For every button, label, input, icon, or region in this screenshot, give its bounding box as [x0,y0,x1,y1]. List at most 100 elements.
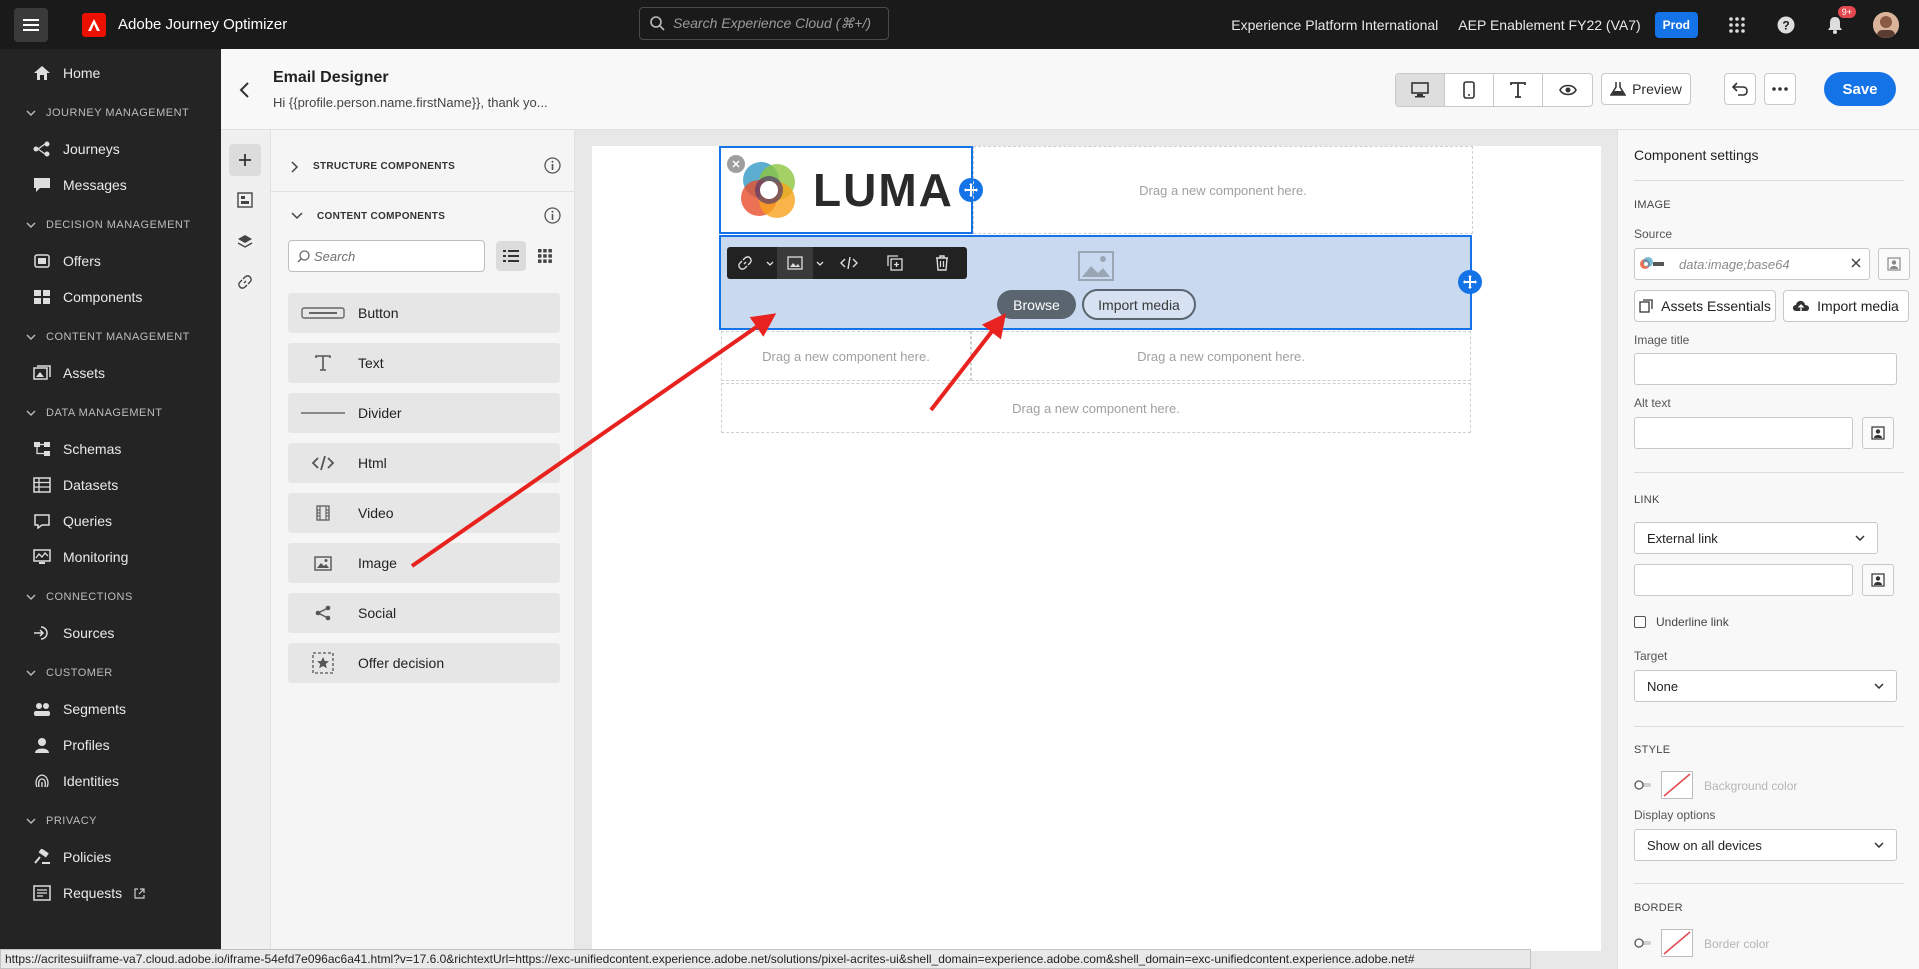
nav-messages[interactable]: Messages [0,167,221,203]
underline-link-checkbox[interactable]: Underline link [1634,615,1729,629]
component-search-input[interactable]: Search [288,240,485,272]
preview-eye-button[interactable] [1543,74,1592,106]
nav-components[interactable]: Components [0,279,221,315]
chevron-down-icon [26,670,36,676]
assets-essentials-button[interactable]: Assets Essentials [1634,290,1776,322]
select-asset-button[interactable] [1878,248,1910,280]
code-toolbar-button[interactable] [827,247,871,279]
source-field[interactable]: data:image;base64 [1634,248,1870,280]
hamburger-menu-icon[interactable] [14,7,48,42]
nav-section-customer[interactable]: CUSTOMER [0,655,221,691]
nav-segments[interactable]: Segments [0,691,221,727]
personalize-alt-text-button[interactable] [1862,417,1894,449]
link-url-input[interactable] [1634,564,1853,596]
component-divider[interactable]: Divider [288,393,560,433]
grid-view-button[interactable] [530,241,560,271]
duplicate-toolbar-button[interactable] [871,247,919,279]
background-color-toggle[interactable] [1634,780,1652,790]
border-color-toggle[interactable] [1634,938,1652,948]
personalize-link-button[interactable] [1862,564,1894,596]
chevron-down-icon [1855,535,1865,541]
sandbox-switcher[interactable]: AEP Enablement FY22 (VA7) [1458,17,1640,33]
back-arrow-icon[interactable] [235,80,255,100]
delete-toolbar-button[interactable] [919,247,965,279]
org-switcher[interactable]: Experience Platform International [1231,17,1438,33]
more-options-button[interactable] [1764,73,1796,105]
remove-close-icon[interactable] [727,155,745,173]
fragments-button[interactable] [229,184,261,216]
nav-policies[interactable]: Policies [0,839,221,875]
layers-button[interactable] [229,226,261,258]
browse-button[interactable]: Browse [997,290,1076,319]
undo-button[interactable] [1724,73,1756,105]
nav-datasets[interactable]: Datasets [0,467,221,503]
app-title[interactable]: Adobe Journey Optimizer [118,16,287,33]
env-badge[interactable]: Prod [1654,11,1698,38]
nav-section-data[interactable]: DATA MANAGEMENT [0,395,221,431]
nav-schemas[interactable]: Schemas [0,431,221,467]
save-button[interactable]: Save [1824,72,1896,106]
import-media-button[interactable]: Import media [1082,289,1196,320]
nav-sources[interactable]: Sources [0,615,221,651]
target-select[interactable]: None [1634,670,1897,702]
structure-components-accordion[interactable]: STRUCTURE COMPONENTS [271,142,575,192]
nav-profiles[interactable]: Profiles [0,727,221,763]
component-html[interactable]: Html [288,443,560,483]
drop-zone[interactable]: Drag a new component here. [721,331,971,381]
text-view-button[interactable] [1494,74,1543,106]
clear-icon[interactable] [1851,258,1861,268]
nav-identities[interactable]: Identities [0,763,221,799]
nav-assets[interactable]: Assets [0,355,221,391]
image-toolbar-button[interactable] [777,247,813,279]
preview-button[interactable]: Preview [1601,73,1691,105]
drop-zone[interactable]: Drag a new component here. [973,146,1473,234]
import-media-panel-button[interactable]: Import media [1783,290,1909,322]
component-social[interactable]: Social [288,593,560,633]
background-color-swatch[interactable] [1661,771,1693,799]
link-toolbar-button[interactable] [727,247,763,279]
nav-offers[interactable]: Offers [0,243,221,279]
notifications-bell-icon[interactable]: 9+ [1824,5,1856,36]
list-view-button[interactable] [496,241,526,271]
nav-section-connections[interactable]: CONNECTIONS [0,579,221,615]
apps-grid-icon[interactable] [1726,14,1748,36]
nav-home[interactable]: Home [0,55,221,91]
component-text[interactable]: Text [288,343,560,383]
nav-journeys[interactable]: Journeys [0,131,221,167]
component-video[interactable]: Video [288,493,560,533]
chevron-down-icon[interactable] [813,247,827,279]
content-components-accordion[interactable]: CONTENT COMPONENTS [271,192,575,240]
mobile-view-button[interactable] [1445,74,1494,106]
help-icon[interactable]: ? [1775,14,1797,36]
info-icon[interactable] [544,157,561,174]
drop-zone[interactable]: Drag a new component here. [971,331,1471,381]
nav-requests[interactable]: Requests [0,875,221,911]
display-options-select[interactable]: Show on all devices [1634,829,1897,861]
nav-queries[interactable]: Queries [0,503,221,539]
image-title-input[interactable] [1634,353,1897,385]
nav-section-privacy[interactable]: PRIVACY [0,803,221,839]
info-icon[interactable] [544,207,561,224]
links-button[interactable] [229,266,261,298]
add-row-plus-icon[interactable] [1458,270,1482,294]
chevron-down-icon[interactable] [763,247,777,279]
nav-monitoring[interactable]: Monitoring [0,539,221,575]
user-avatar[interactable] [1873,11,1899,38]
global-search-input[interactable]: Search Experience Cloud (⌘+/) [639,7,889,40]
luma-logo-image[interactable]: LUMA [719,146,973,234]
desktop-view-button[interactable] [1396,74,1445,106]
link-type-select[interactable]: External link [1634,522,1878,554]
svg-text:?: ? [1782,18,1789,32]
component-image[interactable]: Image [288,543,560,583]
add-components-button[interactable] [229,144,261,176]
drop-zone[interactable]: Drag a new component here. [721,383,1471,433]
alt-text-input[interactable] [1634,417,1853,449]
border-color-swatch[interactable] [1661,929,1693,957]
nav-section-journey[interactable]: JOURNEY MANAGEMENT [0,95,221,131]
component-offer-decision[interactable]: Offer decision [288,643,560,683]
adobe-logo-icon[interactable] [82,12,106,37]
button-component-icon [288,307,358,319]
component-button[interactable]: Button [288,293,560,333]
nav-section-decision[interactable]: DECISION MANAGEMENT [0,207,221,243]
nav-section-content[interactable]: CONTENT MANAGEMENT [0,319,221,355]
